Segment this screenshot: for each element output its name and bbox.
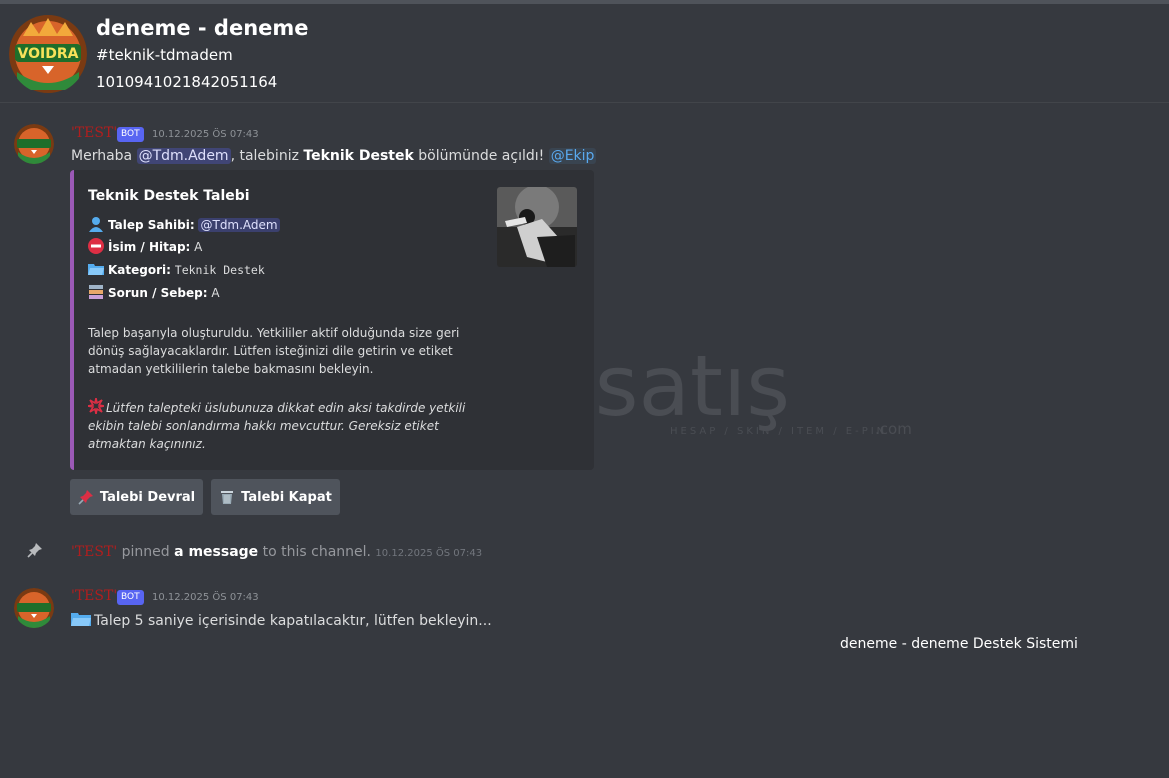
button-label: Talebi Kapat	[241, 489, 332, 505]
button-label: Talebi Devral	[99, 489, 196, 505]
pin-icon	[27, 542, 43, 558]
message-content: Merhaba @Tdm.Adem, talebiniz Teknik Dest…	[71, 148, 597, 164]
open-folder-icon	[71, 611, 91, 627]
svg-text:VOIDRA: VOIDRA	[18, 46, 79, 62]
embed-field-kategori: Kategori: Teknik Destek	[88, 261, 265, 277]
footer-text: deneme - deneme Destek Sistemi	[840, 636, 1078, 652]
message-timestamp: 10.12.2025 ÖS 07:43	[152, 129, 259, 140]
field-key: Sorun / Sebep:	[108, 286, 208, 300]
message-author[interactable]: 'TEST'	[71, 125, 117, 141]
field-value: A	[211, 286, 220, 300]
message-author[interactable]: 'TEST'	[71, 544, 117, 560]
svg-text:.com: .com	[875, 420, 912, 438]
ticket-embed: Teknik Destek Talebi Talep Sahibi: @Tdm.…	[70, 170, 594, 470]
message-timestamp: 10.12.2025 ÖS 07:43	[375, 548, 483, 559]
content-text: Merhaba	[71, 148, 137, 164]
content-text: bölümünde açıldı!	[413, 148, 549, 164]
channel-header: VOIDRA deneme - deneme #teknik-tdmadem 1…	[0, 4, 1169, 103]
pushpin-icon	[78, 489, 94, 505]
user-mention[interactable]: @Tdm.Adem	[198, 218, 280, 232]
embed-description: Talep başarıyla oluşturuldu. Yetkililer …	[88, 326, 460, 376]
embed-field-talep-sahibi: Talep Sahibi: @Tdm.Adem	[88, 216, 280, 232]
wastebasket-icon	[219, 489, 235, 505]
channel-id: 1010941021842051164	[96, 73, 278, 91]
talebi-kapat-button[interactable]: Talebi Kapat	[211, 479, 340, 515]
books-icon	[88, 284, 104, 300]
bot-avatar[interactable]	[14, 124, 54, 164]
system-text: to this channel.	[258, 544, 376, 560]
embed-title: Teknik Destek Talebi	[88, 188, 250, 204]
content-text: Talep 5 saniye içerisinde kapatılacaktır…	[94, 613, 492, 629]
embed-warning: Lütfen talepteki üslubunuza dikkat edin …	[87, 397, 468, 453]
field-value: Teknik Destek	[174, 263, 265, 277]
message-content: Talep 5 saniye içerisinde kapatılacaktır…	[71, 611, 492, 629]
user-mention[interactable]: @Tdm.Adem	[136, 148, 231, 164]
field-key: Talep Sahibi:	[108, 218, 195, 232]
role-mention[interactable]: @Ekip	[548, 148, 597, 164]
field-key: İsim / Hitap:	[108, 240, 191, 254]
embed-field-sorun-sebep: Sorun / Sebep: A	[88, 284, 220, 300]
channel-name: #teknik-tdmadem	[96, 46, 233, 64]
anger-icon	[87, 397, 105, 415]
bot-avatar[interactable]	[14, 588, 54, 628]
open-folder-icon	[88, 261, 104, 277]
embed-thumbnail[interactable]	[497, 187, 577, 267]
bot-tag: BOT	[117, 590, 144, 605]
field-value: A	[194, 240, 203, 254]
pinned-message-link[interactable]: a message	[174, 544, 258, 560]
embed-field-isim-hitap: İsim / Hitap: A	[88, 238, 202, 254]
bust-in-silhouette-icon	[88, 216, 104, 232]
guild-name: deneme - deneme	[96, 16, 309, 40]
svg-text:HESAP / SKIN / ITEM / E-PIN: HESAP / SKIN / ITEM / E-PIN	[670, 426, 887, 437]
talebi-devral-button[interactable]: Talebi Devral	[70, 479, 203, 515]
field-key: Kategori:	[108, 263, 171, 277]
system-text: pinned	[117, 544, 175, 560]
warning-text: Lütfen talepteki üslubunuza dikkat edin …	[88, 401, 466, 451]
bot-tag: BOT	[117, 127, 144, 142]
system-pin-message: 'TEST' pinned a message to this channel.…	[71, 544, 482, 560]
message-author[interactable]: 'TEST'	[71, 588, 117, 604]
no-entry-icon	[88, 238, 104, 254]
message-timestamp: 10.12.2025 ÖS 07:43	[152, 592, 259, 603]
content-strong: Teknik Destek	[303, 148, 414, 164]
guild-avatar: VOIDRA	[9, 14, 87, 94]
content-text: , talebiniz	[230, 148, 304, 164]
